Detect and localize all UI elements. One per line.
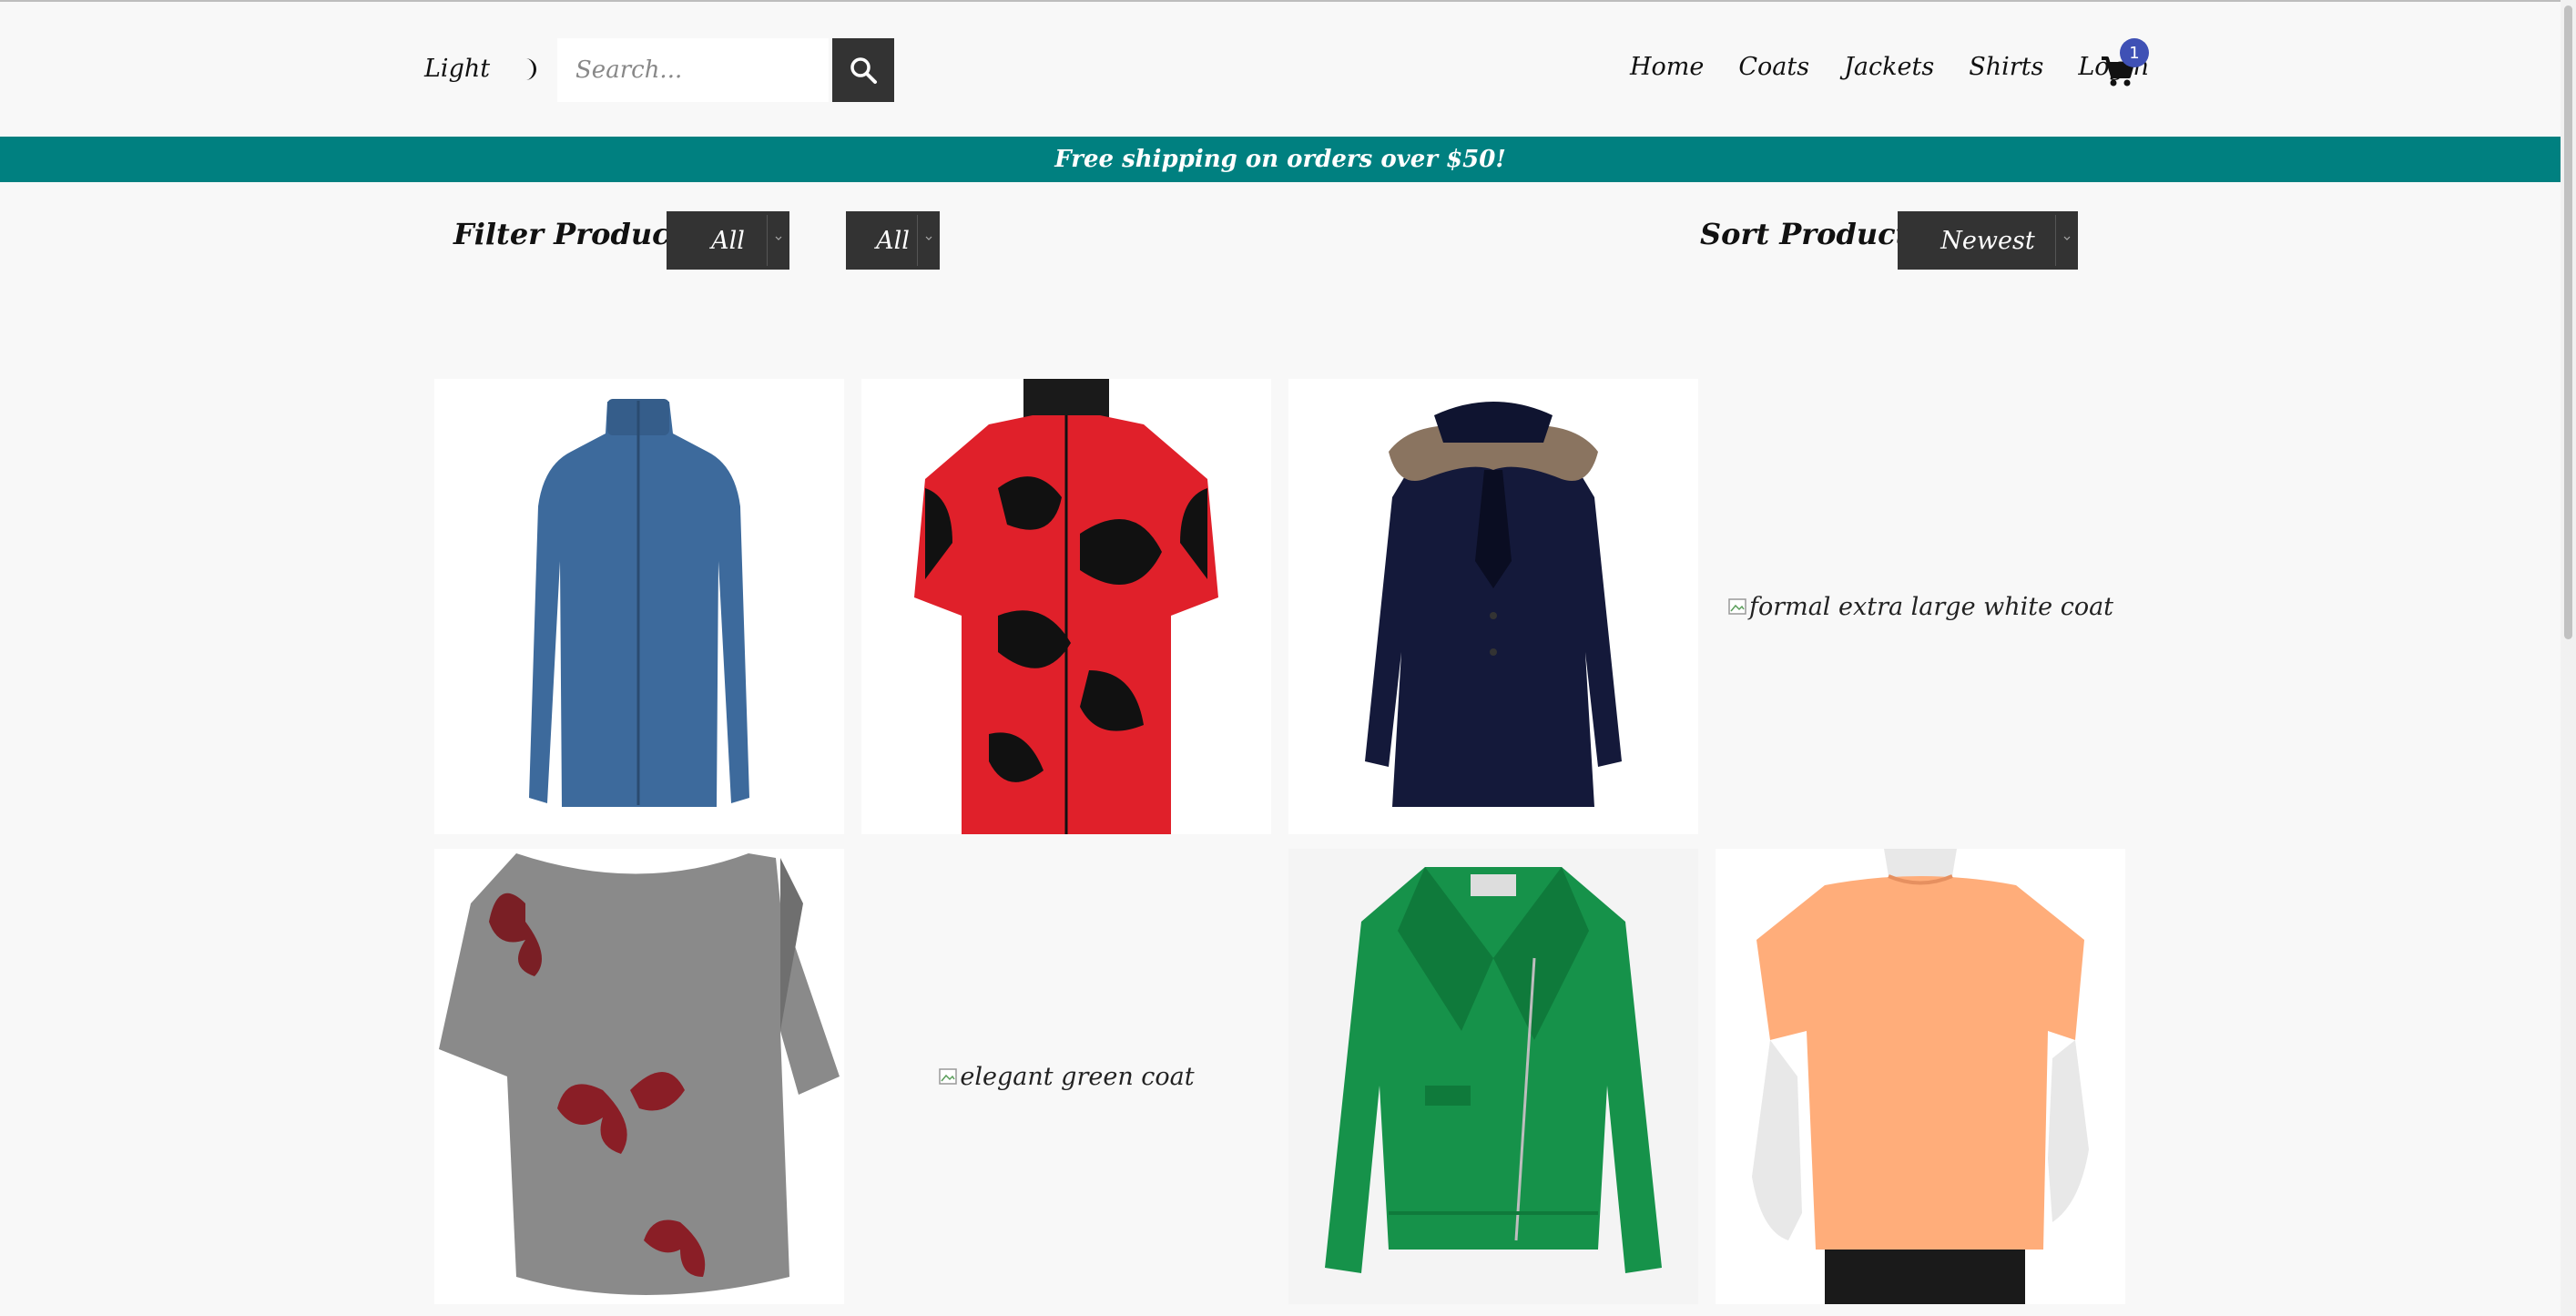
filter-label: Filter Products xyxy=(453,217,700,251)
moon-icon[interactable] xyxy=(515,56,543,83)
search-button[interactable] xyxy=(832,38,894,102)
theme-label: Light xyxy=(424,55,491,83)
product-image-floral-shirt[interactable] xyxy=(861,379,1271,834)
product-image-orange-tee[interactable] xyxy=(1716,849,2125,1304)
product-card[interactable]: formal extra large white coat xyxy=(1716,379,2125,834)
product-image-broken[interactable]: elegant green coat xyxy=(861,849,1271,1304)
broken-image-icon xyxy=(939,1068,958,1085)
sort-select[interactable]: Newest xyxy=(1898,211,2078,270)
cart-count-badge: 1 xyxy=(2120,38,2149,67)
nav-shirts[interactable]: Shirts xyxy=(1969,53,2043,81)
nav-coats[interactable]: Coats xyxy=(1738,53,1809,81)
theme-toggle[interactable]: Light xyxy=(424,55,543,83)
product-card[interactable]: elegant green coat xyxy=(861,849,1271,1304)
product-card[interactable] xyxy=(861,379,1271,834)
chevron-down-icon xyxy=(775,236,782,240)
size-filter-value: All xyxy=(711,226,745,255)
nav-home[interactable]: Home xyxy=(1630,53,1704,81)
product-card[interactable] xyxy=(434,849,844,1304)
product-image-blue-jacket[interactable] xyxy=(434,379,844,834)
product-image-navy-coat[interactable] xyxy=(1288,379,1698,834)
sort-value: Newest xyxy=(1940,226,2035,255)
promo-banner: Free shipping on orders over $50! xyxy=(0,137,2561,182)
search-icon xyxy=(850,57,877,84)
sort-label: Sort Products xyxy=(1700,217,1926,251)
scrollbar-thumb[interactable] xyxy=(2564,5,2572,639)
broken-image-icon xyxy=(1728,598,1746,615)
scrollbar[interactable] xyxy=(2561,0,2576,1316)
product-card[interactable] xyxy=(1288,379,1698,834)
nav-jackets[interactable]: Jackets xyxy=(1844,53,1934,81)
product-card[interactable] xyxy=(1716,849,2125,1304)
product-alt-text: elegant green coat xyxy=(960,1062,1195,1091)
size-filter-select[interactable]: All xyxy=(667,211,789,270)
product-image-broken[interactable]: formal extra large white coat xyxy=(1716,379,2125,834)
product-image-butterfly-shirt[interactable] xyxy=(434,849,844,1304)
product-alt-text: formal extra large white coat xyxy=(1748,592,2114,621)
search-input[interactable] xyxy=(557,38,829,102)
chevron-down-icon xyxy=(2063,236,2071,240)
category-filter-select[interactable]: All xyxy=(846,211,940,270)
product-card[interactable] xyxy=(1288,849,1698,1304)
chevron-down-icon xyxy=(925,236,932,240)
product-card[interactable] xyxy=(434,379,844,834)
site-header: Light Home Coats Jackets Shirts Login 1 xyxy=(0,2,2561,137)
product-image-green-jacket[interactable] xyxy=(1288,849,1698,1304)
search-bar xyxy=(557,38,894,102)
category-filter-value: All xyxy=(876,226,910,255)
